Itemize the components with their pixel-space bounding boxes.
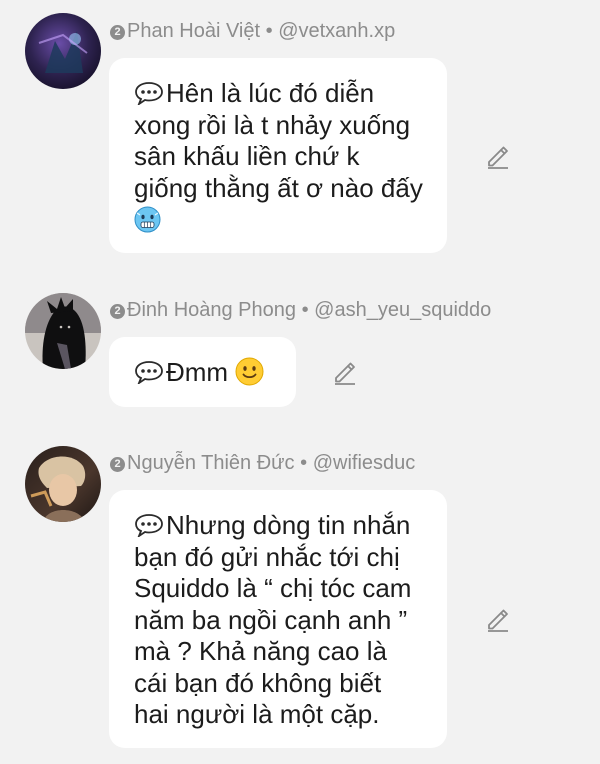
avatar[interactable] [25,293,101,369]
author-name[interactable]: Nguyễn Thiên Đức [127,452,295,474]
author-handle[interactable]: @vetxanh.xp [278,20,395,42]
comment-header: 2 Đinh Hoàng Phong • @ash_yeu_squiddo [110,298,491,322]
comment-thread: { "comments": [ { "author": "Phan Hoài V… [0,0,600,764]
avatar-image [25,446,101,522]
separator-dot: • [265,20,273,42]
comment-text: Đmm [166,357,229,387]
level-badge: 2 [110,457,125,472]
avatar-image [25,293,101,369]
comment-bubble: Nhưng dòng tin nhắn bạn đó gửi nhắc tới … [109,490,447,748]
author-name[interactable]: Phan Hoài Việt [127,20,260,42]
author-handle[interactable]: @wifiesduc [313,452,416,474]
pencil-icon[interactable] [331,358,359,386]
level-badge: 2 [110,25,125,40]
author-name[interactable]: Đinh Hoàng Phong [127,299,296,321]
slightly-smiling-face-emoji [235,357,264,394]
separator-dot: • [300,452,308,474]
level-badge: 2 [110,304,125,319]
speech-balloon-icon [135,361,163,384]
comment-header: 2 Phan Hoài Việt • @vetxanh.xp [110,19,395,43]
comment-text: Hên là lúc đó diễn xong rồi là t nhảy xu… [134,78,423,203]
comment-bubble: Đmm [109,337,296,407]
pencil-icon[interactable] [484,142,512,170]
comment-header: 2 Nguyễn Thiên Đức • @wifiesduc [110,451,415,475]
separator-dot: • [301,299,309,321]
pencil-icon[interactable] [484,605,512,633]
avatar[interactable] [25,13,101,89]
speech-balloon-icon [135,514,163,537]
cold-face-emoji [134,206,161,241]
author-handle[interactable]: @ash_yeu_squiddo [314,299,491,321]
avatar-image [25,13,101,89]
speech-balloon-icon [135,82,163,105]
comment-bubble: Hên là lúc đó diễn xong rồi là t nhảy xu… [109,58,447,253]
comment-text: Nhưng dòng tin nhắn bạn đó gửi nhắc tới … [134,510,412,729]
avatar[interactable] [25,446,101,522]
